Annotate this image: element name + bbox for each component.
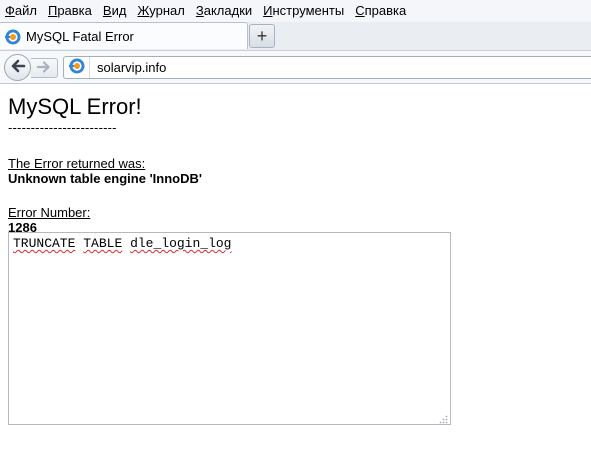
tab-strip: MySQL Fatal Error + [0,22,591,50]
new-tab-button[interactable]: + [249,24,275,48]
menu-history-accel: Ж [137,3,150,18]
site-favicon-icon [68,58,85,77]
menu-help-label: правка [364,3,407,18]
menu-view[interactable]: Вид [98,0,133,22]
tab-active[interactable]: MySQL Fatal Error [0,22,248,49]
menu-view-label: ид [111,3,127,18]
sql-query-text: TRUNCATE TABLE dle_login_log [13,236,231,251]
menu-edit-accel: П [47,3,58,18]
forward-button[interactable] [31,58,58,78]
menu-tools[interactable]: Инструменты [258,0,350,22]
plus-icon: + [256,26,268,46]
error-number-label: Error Number: [8,205,91,220]
menu-tools-accel: И [263,3,273,18]
menu-history-label: урнал [149,3,185,18]
menu-history[interactable]: Журнал [132,0,190,22]
menu-file-label: айл [14,3,37,18]
resize-grip-icon[interactable] [438,412,448,424]
sql-word-1: TRUNCATE [13,236,76,251]
separator-line: ------------------------ [8,120,117,135]
menu-file-accel: Ф [5,3,15,18]
menu-bar: Файл Правка Вид Журнал Закладки Инструме… [0,0,591,22]
forward-arrow-icon [36,60,51,76]
back-arrow-icon [10,59,26,76]
menu-edit-label: равка [57,3,92,18]
navigation-bar: solarvip.info [0,50,591,84]
url-text: solarvip.info [97,60,167,75]
sql-query-textarea[interactable]: TRUNCATE TABLE dle_login_log [8,232,451,425]
sql-word-2: TABLE [83,236,123,251]
error-label: The Error returned was: [8,156,146,171]
sql-word-3: dle_login_log [130,236,232,251]
menu-bookmarks-accel: З [195,3,204,18]
site-identity-button[interactable] [64,57,90,78]
menu-help[interactable]: Справка [350,0,412,22]
site-favicon-icon [5,29,21,45]
menu-bookmarks[interactable]: Закладки [191,0,258,22]
menu-help-accel: С [355,3,365,18]
address-bar[interactable]: solarvip.info [63,56,591,79]
error-message: Unknown table engine 'InnoDB' [8,171,202,186]
menu-edit[interactable]: Правка [43,0,98,22]
page-title: MySQL Error! [8,94,142,119]
menu-bookmarks-label: акладки [203,3,253,18]
menu-file[interactable]: Файл [0,0,43,22]
menu-view-accel: В [102,3,112,18]
page-content: MySQL Error! ------------------------ Th… [8,90,588,235]
back-button[interactable] [4,54,31,81]
tab-title: MySQL Fatal Error [26,29,134,44]
menu-tools-label: нструменты [272,3,345,18]
